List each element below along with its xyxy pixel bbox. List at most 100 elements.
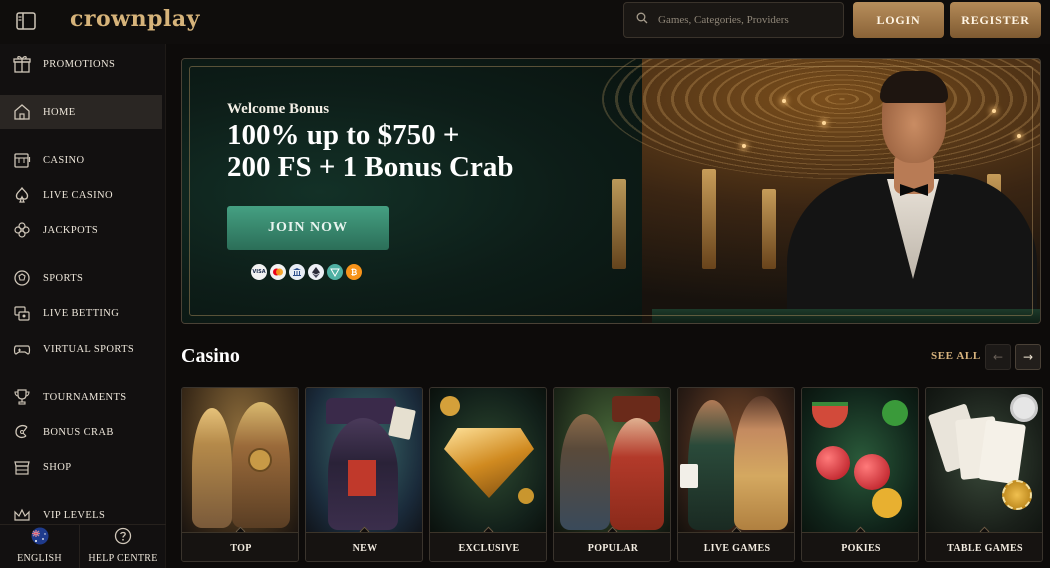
sidebar-footer: ENGLISH HELP CENTRE: [0, 524, 166, 568]
category-card-table-games[interactable]: TABLE GAMES: [925, 387, 1043, 562]
payment-methods: VISA ₿: [251, 264, 362, 280]
visa-icon: VISA: [251, 264, 267, 280]
clover-icon: [12, 220, 32, 240]
sidebar-item-label: LIVE CASINO: [43, 189, 114, 201]
category-label: POPULAR: [554, 532, 670, 561]
language-label: ENGLISH: [17, 553, 62, 564]
sidebar-item-bonus-crab[interactable]: BONUS CRAB: [0, 415, 162, 449]
carousel-prev-button[interactable]: ←: [985, 344, 1011, 370]
sidebar-item-label: BONUS CRAB: [43, 426, 114, 438]
crown-icon: [12, 505, 32, 525]
login-button[interactable]: LOGIN: [853, 2, 944, 38]
home-icon: [12, 102, 32, 122]
category-card-top[interactable]: TOP: [181, 387, 299, 562]
category-label: EXCLUSIVE: [430, 532, 546, 561]
search-box[interactable]: [623, 2, 844, 38]
sidebar-item-label: CASINO: [43, 154, 85, 166]
sidebar-item-casino[interactable]: CASINO: [0, 143, 162, 177]
bank-icon: [289, 264, 305, 280]
category-card-live-games[interactable]: LIVE GAMES: [677, 387, 795, 562]
chandelier-image: [602, 59, 1040, 179]
shaman-character-image: [306, 388, 422, 532]
sidebar-item-label: LIVE BETTING: [43, 307, 120, 319]
question-circle-icon: [114, 527, 132, 550]
help-centre-label: HELP CENTRE: [88, 553, 158, 564]
register-button[interactable]: REGISTER: [950, 2, 1041, 38]
help-centre-button[interactable]: HELP CENTRE: [80, 525, 166, 568]
trophy-icon: [12, 387, 32, 407]
category-label: LIVE GAMES: [678, 532, 794, 561]
casino-table: [652, 309, 1040, 323]
sidebar-item-virtual-sports[interactable]: VIRTUAL SPORTS: [0, 332, 162, 366]
sidebar-item-live-betting[interactable]: LIVE BETTING: [0, 296, 162, 330]
bitcoin-icon: ₿: [346, 264, 362, 280]
banner-title-line: 200 FS + 1 Bonus Crab: [227, 151, 514, 183]
banner-title: 100% up to $750 + 200 FS + 1 Bonus Crab: [227, 119, 547, 183]
join-now-button[interactable]: JOIN NOW: [227, 206, 389, 250]
welcome-bonus-banner[interactable]: Welcome Bonus 100% up to $750 + 200 FS +…: [181, 58, 1041, 324]
banner-decor: [702, 169, 716, 269]
category-card-popular[interactable]: POPULAR: [553, 387, 671, 562]
see-all-link[interactable]: SEE ALL: [931, 350, 981, 362]
cards-chips-image: [926, 388, 1042, 532]
category-label: TABLE GAMES: [926, 532, 1042, 561]
sidebar-item-label: TOURNAMENTS: [43, 391, 127, 403]
banner-decor: [992, 109, 996, 113]
sidebar-item-tournaments[interactable]: TOURNAMENTS: [0, 380, 162, 414]
banner-decor: [742, 144, 746, 148]
banner-decor: [1017, 134, 1021, 138]
live-tv-icon: [12, 303, 32, 323]
gonzo-characters-image: [554, 388, 670, 532]
search-input[interactable]: [658, 14, 838, 26]
banner-decor: [782, 99, 786, 103]
banner-decor: [762, 189, 776, 269]
casino-section-title: Casino: [181, 345, 240, 367]
banner-decor: [822, 121, 826, 125]
sidebar-item-label: PROMOTIONS: [43, 58, 116, 70]
sidebar-item-home[interactable]: HOME: [0, 95, 162, 129]
category-label: POKIES: [802, 532, 918, 561]
carousel-next-button[interactable]: →: [1015, 344, 1041, 370]
sidebar-item-jackpots[interactable]: JACKPOTS: [0, 213, 162, 247]
banner-title-line: 100% up to $750 +: [227, 119, 460, 151]
gift-icon: [12, 54, 32, 74]
sidebar-item-label: SHOP: [43, 461, 72, 473]
category-label: TOP: [182, 532, 298, 561]
search-icon: [636, 11, 648, 29]
banner-marble-background: [182, 59, 642, 323]
sidebar-item-label: VIRTUAL SPORTS: [43, 343, 135, 355]
soccer-ball-icon: [12, 268, 32, 288]
live-dealers-image: [678, 388, 794, 532]
sidebar: PROMOTIONS HOME CASINO LIVE CASINO JACKP…: [0, 44, 166, 568]
claw-icon: [12, 422, 32, 442]
banner-decor: [612, 179, 626, 269]
sidebar-item-shop[interactable]: SHOP: [0, 450, 162, 484]
tron-icon: [327, 264, 343, 280]
category-label: NEW: [306, 532, 422, 561]
mastercard-icon: [270, 264, 286, 280]
golden-diamond-image: [430, 388, 546, 532]
category-card-exclusive[interactable]: EXCLUSIVE: [429, 387, 547, 562]
viking-warriors-image: [182, 388, 298, 532]
sidebar-toggle-icon[interactable]: [14, 10, 38, 32]
sidebar-item-promotions[interactable]: PROMOTIONS: [0, 47, 162, 81]
sidebar-item-label: SPORTS: [43, 272, 84, 284]
casino-category-carousel: TOP NEW EXCLUSIVE POPULAR LIVE GAMES POK…: [181, 387, 1043, 562]
banner-subtitle: Welcome Bonus: [227, 101, 330, 117]
category-card-new[interactable]: NEW: [305, 387, 423, 562]
sidebar-item-label: HOME: [43, 106, 76, 118]
shop-icon: [12, 457, 32, 477]
dealer-hair: [880, 71, 948, 103]
sidebar-item-live-casino[interactable]: LIVE CASINO: [0, 178, 162, 212]
top-header: crownplay LOGIN REGISTER: [0, 0, 1050, 44]
sidebar-item-label: JACKPOTS: [43, 224, 99, 236]
sidebar-item-label: VIP LEVELS: [43, 509, 106, 521]
fruit-symbols-image: [802, 388, 918, 532]
category-card-pokies[interactable]: POKIES: [801, 387, 919, 562]
crownplay-logo[interactable]: crownplay: [70, 6, 200, 32]
gamepad-icon: [12, 339, 32, 359]
language-selector[interactable]: ENGLISH: [0, 525, 80, 568]
sidebar-item-sports[interactable]: SPORTS: [0, 261, 162, 295]
slot-machine-icon: [12, 150, 32, 170]
spade-icon: [12, 185, 32, 205]
